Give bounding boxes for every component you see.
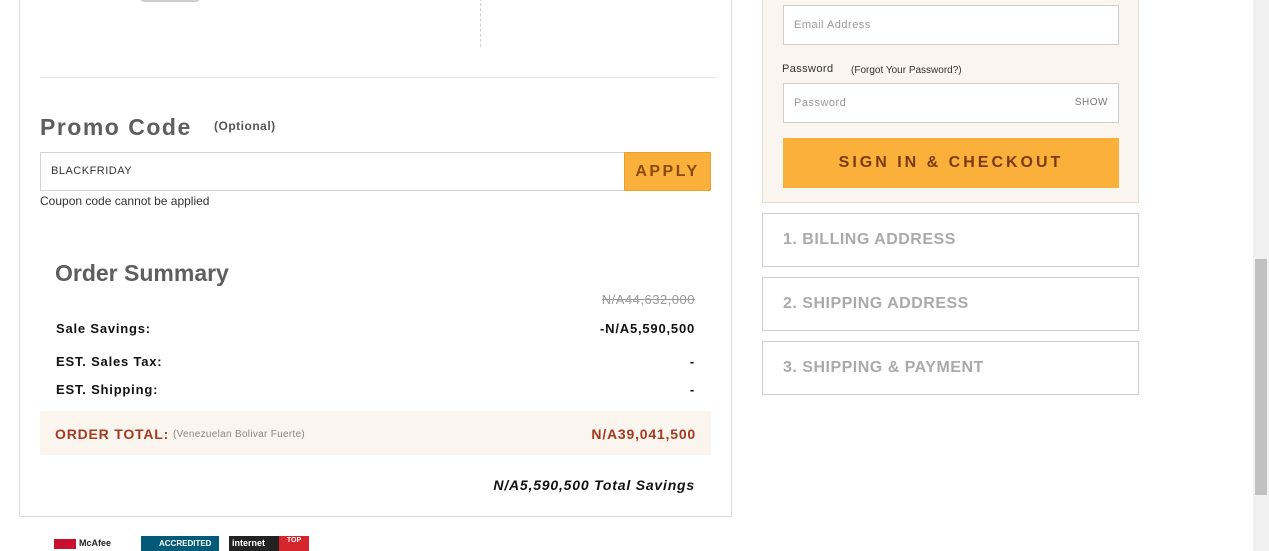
bbb-badge[interactable]: ACCREDITED <box>141 536 219 551</box>
promo-optional-label: (Optional) <box>214 119 276 133</box>
internet-badge-top: TOP <box>279 536 309 551</box>
forgot-password-link[interactable]: (Forgot Your Password?) <box>851 65 962 76</box>
scrollbar-thumb[interactable] <box>1255 259 1267 495</box>
section-divider <box>40 77 716 78</box>
shipping-value: - <box>689 382 695 397</box>
page-scrollbar[interactable] <box>1253 0 1269 551</box>
step-shipping-address[interactable]: 2. SHIPPING ADDRESS <box>762 277 1139 331</box>
original-price: N/A44,632,000 <box>601 292 695 307</box>
product-image <box>140 0 200 2</box>
internet-retailer-badge[interactable]: internet TOP <box>229 536 309 551</box>
password-placeholder: Password <box>794 97 847 109</box>
bbb-badge-text: ACCREDITED <box>159 539 212 548</box>
password-input[interactable]: Password SHOW <box>783 83 1119 123</box>
sign-in-panel: Email Address Password (Forgot Your Pass… <box>762 0 1139 203</box>
shipping-label: EST. Shipping: <box>56 382 159 397</box>
promo-error-message: Coupon code cannot be applied <box>40 194 210 208</box>
mcafee-shield-icon <box>54 538 76 549</box>
step-shipping-payment[interactable]: 3. SHIPPING & PAYMENT <box>762 341 1139 395</box>
sales-tax-value: - <box>689 354 695 369</box>
order-total-value: N/A39,041,500 <box>591 426 696 442</box>
order-total-label: ORDER TOTAL: <box>55 426 170 442</box>
password-label: Password <box>782 63 834 75</box>
order-total-currency: (Venezuelan Bolivar Fuerte) <box>173 429 306 440</box>
total-savings: N/A5,590,500 Total Savings <box>493 477 695 493</box>
apply-button[interactable]: APPLY <box>624 152 711 191</box>
cart-panel: Promo Code (Optional) BLACKFRIDAY APPLY … <box>19 0 732 517</box>
step-billing-address[interactable]: 1. BILLING ADDRESS <box>762 213 1139 267</box>
mcafee-badge-text: McAfee <box>79 538 112 548</box>
order-total-row: ORDER TOTAL: (Venezuelan Bolivar Fuerte)… <box>40 411 711 455</box>
sign-in-checkout-button[interactable]: SIGN IN & CHECKOUT <box>783 138 1119 188</box>
mcafee-badge[interactable]: McAfee <box>54 536 124 551</box>
sale-savings-label: Sale Savings: <box>56 321 151 336</box>
email-input[interactable]: Email Address <box>783 5 1119 45</box>
promo-code-title: Promo Code <box>40 114 192 140</box>
promo-code-input[interactable]: BLACKFRIDAY <box>40 152 625 191</box>
sale-savings-value: -N/A5,590,500 <box>600 321 695 336</box>
dashed-divider <box>480 0 481 47</box>
internet-badge-text: internet <box>232 538 266 548</box>
show-password-toggle[interactable]: SHOW <box>1075 84 1108 122</box>
order-summary-title: Order Summary <box>55 260 229 286</box>
sales-tax-label: EST. Sales Tax: <box>56 354 163 369</box>
